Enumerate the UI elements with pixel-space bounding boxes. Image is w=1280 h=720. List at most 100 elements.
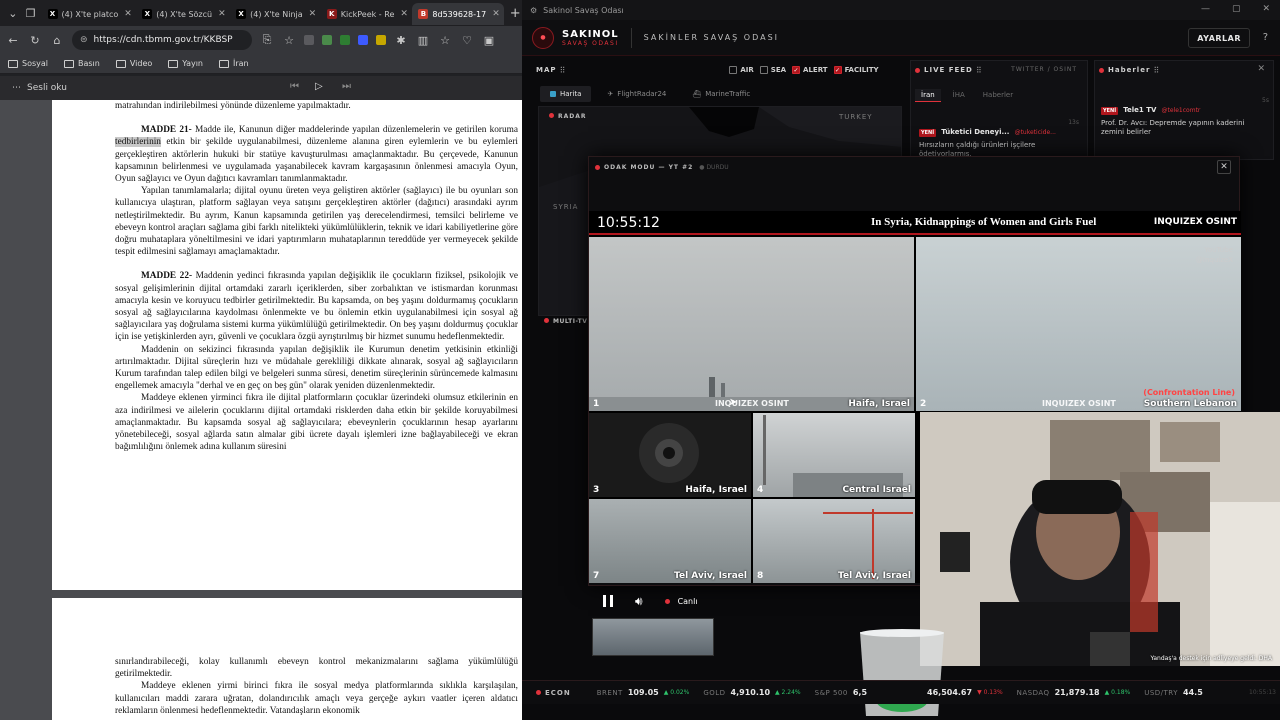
translate-icon[interactable]: ⎘ [260, 33, 274, 47]
bookmark-folder[interactable]: Yayın [168, 59, 203, 68]
camera-number: 4 [757, 485, 764, 495]
ticker-item: GOLD 4,910.10 ▲ 2.24% [703, 688, 800, 697]
minimize-icon[interactable]: — [1201, 4, 1210, 14]
map-label-turkey: TURKEY [839, 113, 873, 121]
previous-icon[interactable]: ⏮ [290, 81, 299, 92]
read-aloud-button[interactable]: ⋯ Sesli oku [12, 83, 67, 93]
play-icon[interactable]: ▷ [315, 81, 323, 92]
extensions-icon[interactable]: ✱ [394, 34, 408, 47]
camera-location: Haifa, Israel [685, 485, 747, 495]
land-shape [759, 107, 901, 147]
close-icon[interactable]: ✕ [492, 9, 500, 19]
close-icon[interactable]: ✕ [1262, 4, 1270, 14]
status-dot [915, 67, 920, 73]
camera-feed: INQUIZEX OSINT 1 Haifa, Israel [589, 237, 914, 411]
camera-number: 7 [593, 571, 600, 581]
live-feed-panel: LIVE FEED ⠿ TWITTER / OSINT İran İHA Hab… [910, 60, 1088, 160]
tab-0[interactable]: X (4) X'te platco ✕ [42, 3, 137, 25]
tab-iran[interactable]: İran [915, 89, 941, 102]
camera-location: Haifa, Israel [848, 399, 910, 409]
ticker-symbol: GOLD [703, 688, 726, 697]
filter-label: FACILITY [844, 66, 879, 74]
close-icon[interactable]: ✕ [400, 9, 408, 19]
tab-marinetraffic[interactable]: ⛴ MarineTraffic [682, 86, 760, 102]
tab-3[interactable]: K KickPeek - Re ✕ [321, 3, 413, 25]
watermark: INQUIZEX OSINT [715, 399, 789, 408]
bookmark-folder[interactable]: Sosyal [8, 59, 48, 68]
video-thumbnail[interactable] [592, 618, 714, 656]
extension-icon[interactable] [322, 35, 332, 45]
favorites-icon[interactable]: ☆ [438, 34, 452, 47]
camera-feed: YouTube @InquizeX (Confrontation Line) IN… [916, 237, 1241, 411]
star-icon[interactable]: ☆ [282, 34, 296, 47]
tab-group-icon[interactable]: ❐ [24, 7, 38, 20]
home-icon[interactable]: ⌂ [50, 34, 64, 47]
status-dot [544, 318, 549, 323]
close-icon[interactable]: ✕ [309, 9, 317, 19]
url-field[interactable]: ⊜ https://cdn.tbmm.gov.tr/KKBSP [72, 30, 252, 50]
close-icon[interactable]: ✕ [218, 9, 226, 19]
close-modal-button[interactable]: ✕ [1217, 160, 1231, 174]
ticker-value: 44.5 [1183, 688, 1203, 697]
ship-icon: ⛴ [692, 90, 702, 98]
collections-icon[interactable]: ♡ [460, 34, 474, 47]
tab-1[interactable]: X (4) X'te Sözcü ✕ [136, 3, 230, 25]
maximize-icon[interactable]: ▢ [1232, 4, 1241, 14]
radar-label: RADAR [549, 113, 587, 120]
webcam-image [920, 412, 1280, 666]
tab-4[interactable]: B 8d539628-17 ✕ [412, 3, 505, 25]
screen: ⌄ ❐ X (4) X'te platco ✕ X (4) X'te Sözcü ✕ X… [0, 0, 1280, 720]
tab-haberler[interactable]: Haberler [977, 89, 1019, 102]
feed-source: Tüketici Deneyi... [941, 128, 1010, 136]
close-icon[interactable]: ✕ [124, 9, 132, 19]
extension-icon[interactable] [358, 35, 368, 45]
tab-flightradar[interactable]: ✈ FlightRadar24 [597, 86, 676, 102]
text: Maddenin on sekizinci fıkrasında yapılan… [115, 344, 518, 392]
close-icon[interactable]: ✕ [1257, 64, 1265, 74]
filter-air[interactable]: AIR [729, 66, 754, 74]
filter-alert[interactable]: ✓ ALERT [792, 66, 828, 74]
tab-label: (4) X'te Ninja [250, 9, 303, 19]
extension-icon[interactable] [304, 35, 314, 45]
volume-icon[interactable]: 🔊︎ [635, 594, 643, 609]
tab-iha[interactable]: İHA [947, 89, 971, 102]
settings-button[interactable]: AYARLAR [1188, 28, 1250, 48]
drag-handle-icon[interactable]: ⠿ [976, 66, 982, 75]
map-label: MAP [536, 66, 557, 74]
bookmark-folder[interactable]: İran [219, 59, 249, 68]
filter-facility[interactable]: ✓ FACILITY [833, 66, 879, 74]
tab-menu-icon[interactable]: ⌄ [6, 7, 20, 20]
back-icon[interactable]: ← [6, 34, 20, 47]
camera-location: Central Israel [842, 485, 911, 495]
next-icon[interactable]: ⏭ [342, 81, 351, 92]
help-icon[interactable]: ? [1263, 32, 1268, 43]
camera-location: Southern Lebanon [1143, 399, 1237, 409]
site-info-icon[interactable]: ⊜ [80, 35, 88, 45]
ticker-value: 109.05 [627, 688, 659, 697]
extension-icon[interactable] [340, 35, 350, 45]
bookmark-folder[interactable]: Basın [64, 59, 100, 68]
tab-2[interactable]: X (4) X'te Ninja ✕ [230, 3, 321, 25]
pause-icon[interactable] [603, 595, 613, 607]
wallet-icon[interactable]: ▣ [482, 34, 496, 47]
tab-harita[interactable]: Harita [540, 86, 592, 102]
filter-sea[interactable]: SEA [759, 66, 786, 74]
drag-handle-icon[interactable]: ⠿ [560, 66, 566, 75]
pdf-icon: B [418, 9, 429, 19]
land-shape [689, 107, 759, 137]
extension-icon[interactable] [376, 35, 386, 45]
status-dot [549, 113, 554, 118]
tab-label: FlightRadar24 [617, 90, 667, 98]
reload-icon[interactable]: ↻ [28, 34, 42, 47]
ticker-item: NASDAQ 21,879.18 ▲ 0.18% [1017, 688, 1131, 697]
split-view-icon[interactable]: ▥ [416, 34, 430, 47]
article-title: MADDE 21- [141, 125, 192, 136]
youtube-label: YouTube [1204, 246, 1233, 254]
bookmark-folder[interactable]: Video [115, 59, 152, 68]
news-item[interactable]: YENİ Tele1 TV @tele1comtr 5s Prof. Dr. A… [1101, 97, 1269, 137]
drag-handle-icon[interactable]: ⠿ [1153, 66, 1159, 75]
ticker-value: 21,879.18 [1054, 688, 1100, 697]
feed-item[interactable]: YENİ Tüketici Deneyi... @tuketicide... 1… [915, 115, 1083, 159]
new-tab-icon[interactable]: + [508, 6, 522, 21]
status-dot [664, 598, 670, 604]
